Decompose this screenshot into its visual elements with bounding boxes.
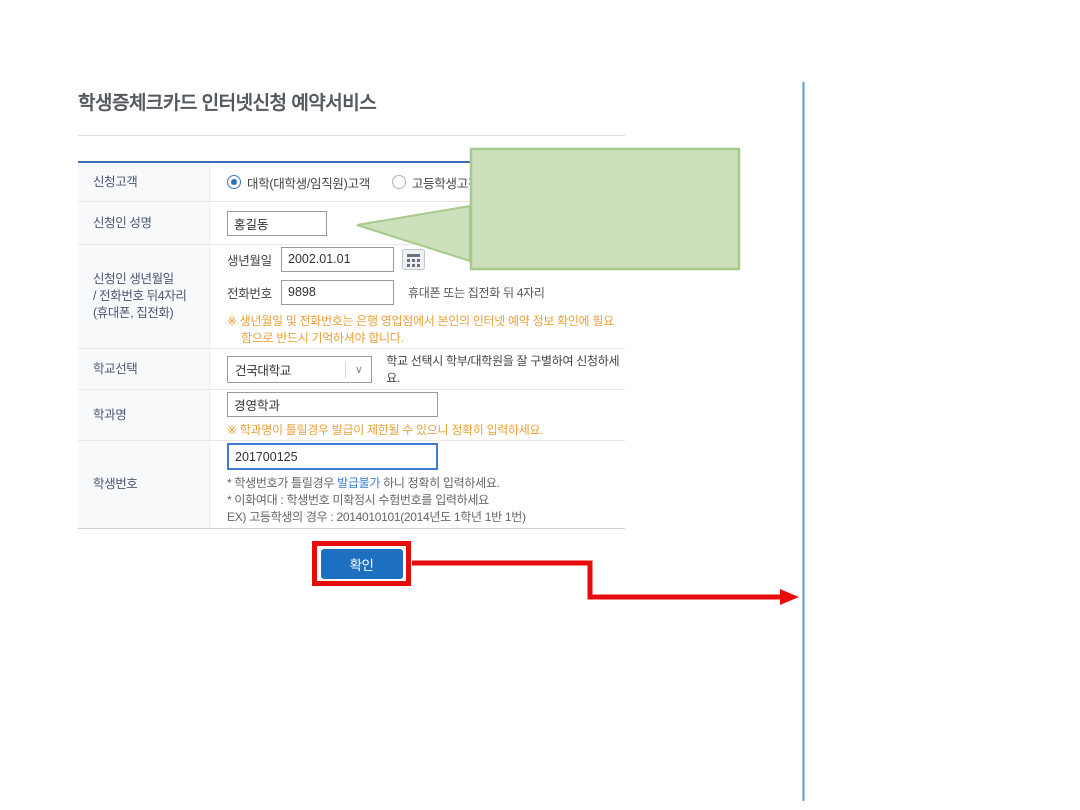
birth-phone-label-line1: 신청인 생년월일 [93, 271, 209, 288]
school-select-hint: 학교 선택시 학부/대학원을 잘 구별하여 신청하세요. [386, 352, 625, 386]
birth-phone-label-line2: / 전화번호 뒤4자리 [93, 288, 209, 305]
radio-highschool-customer[interactable]: 고등학생고객 [392, 173, 479, 192]
student-number-note3: EX) 고등학생의 경우 : 2014010101(2014년도 1학년 1반 … [227, 509, 625, 526]
school-select-current[interactable]: 건국대학교 [228, 360, 345, 379]
birth-phone-label-line3: (휴대폰, 집전화) [93, 305, 209, 322]
student-number-label-text: 학생번호 [93, 476, 209, 493]
title-underline [78, 135, 625, 136]
note1-post: 하니 정확히 입력하세요. [380, 476, 500, 490]
row-department: 학과명 ※ 학과명이 틀릴경우 발급이 제한될 수 있으니 정확히 입력하세요. [78, 389, 625, 440]
school-select-value: 건국대학교 ∨ 학교 선택시 학부/대학원을 잘 구별하여 신청하세요. [210, 349, 625, 389]
row-applicant-name: 신청인 성명 [78, 201, 625, 244]
birth-date-input[interactable] [281, 247, 394, 272]
applicant-name-value [210, 202, 625, 244]
customer-type-label: 신청고객 [78, 163, 210, 201]
department-note: ※ 학과명이 틀릴경우 발급이 제한될 수 있으니 정확히 입력하세요. [227, 422, 625, 439]
department-label-text: 학과명 [93, 407, 209, 424]
applicant-name-label-text: 신청인 성명 [93, 215, 209, 232]
school-select-dropdown[interactable]: 건국대학교 ∨ [227, 356, 372, 383]
birth-phone-note: ※ 생년월일 및 전화번호는 은행 영업점에서 본인의 인터넷 예약 정보 확인… [227, 313, 619, 347]
application-form-table: 신청고객 대학(대학생/임직원)고객 고등학생고객 신청인 성명 [78, 161, 625, 529]
phone-field-label: 전화번호 [227, 283, 281, 302]
birth-phone-label: 신청인 생년월일 / 전화번호 뒤4자리 (휴대폰, 집전화) [78, 245, 210, 348]
phone-hint: 휴대폰 또는 집전화 뒤 4자리 [408, 284, 545, 301]
student-number-input[interactable] [227, 443, 438, 470]
customer-type-value: 대학(대학생/임직원)고객 고등학생고객 [210, 163, 625, 201]
radio-highschool-label[interactable]: 고등학생고객 [412, 173, 479, 192]
red-arrow-line [412, 563, 780, 597]
radio-university-label[interactable]: 대학(대학생/임직원)고객 [247, 173, 370, 192]
note1-pre: * 학생번호가 틀릴경우 [227, 476, 337, 490]
student-number-label: 학생번호 [78, 441, 210, 528]
applicant-name-input[interactable] [227, 211, 327, 236]
red-highlight-box: 확인 [312, 541, 411, 586]
confirm-button[interactable]: 확인 [321, 549, 403, 579]
department-input[interactable] [227, 392, 438, 417]
phone-last4-input[interactable] [281, 280, 394, 305]
customer-type-label-text: 신청고객 [93, 174, 209, 191]
row-customer-type: 신청고객 대학(대학생/임직원)고객 고등학생고객 [78, 163, 625, 201]
row-student-number: 학생번호 * 학생번호가 틀릴경우 발급불가 하니 정확히 입력하세요. * 이… [78, 440, 625, 528]
birth-phone-value: 생년월일 전화번호 휴대폰 또는 집전화 뒤 4자리 ※ 생년월일 및 전화번호… [210, 245, 625, 348]
school-select-label-text: 학교선택 [93, 361, 209, 378]
page-title: 학생증체크카드 인터넷신청 예약서비스 [78, 88, 376, 115]
student-number-note1: * 학생번호가 틀릴경우 발급불가 하니 정확히 입력하세요. [227, 475, 625, 492]
student-number-note2: * 이화여대 : 학생번호 미확정시 수험번호를 입력하세요 [227, 492, 625, 509]
birth-date-field-label: 생년월일 [227, 250, 281, 269]
applicant-name-label: 신청인 성명 [78, 202, 210, 244]
row-birth-phone: 신청인 생년월일 / 전화번호 뒤4자리 (휴대폰, 집전화) 생년월일 전화번 [78, 244, 625, 348]
department-value: ※ 학과명이 틀릴경우 발급이 제한될 수 있으니 정확히 입력하세요. [210, 390, 625, 440]
department-label: 학과명 [78, 390, 210, 440]
chevron-down-icon[interactable]: ∨ [345, 361, 371, 378]
radio-selected-icon[interactable] [227, 175, 241, 189]
radio-university-customer[interactable]: 대학(대학생/임직원)고객 [227, 173, 370, 192]
student-number-value: * 학생번호가 틀릴경우 발급불가 하니 정확히 입력하세요. * 이화여대 :… [210, 441, 625, 528]
red-arrow-head [780, 589, 799, 605]
row-school-select: 학교선택 건국대학교 ∨ 학교 선택시 학부/대학원을 잘 구별하여 신청하세요… [78, 348, 625, 389]
school-select-label: 학교선택 [78, 349, 210, 389]
radio-unselected-icon[interactable] [392, 175, 406, 189]
issue-impossible-link[interactable]: 발급불가 [337, 476, 380, 490]
calendar-icon[interactable] [402, 249, 425, 270]
